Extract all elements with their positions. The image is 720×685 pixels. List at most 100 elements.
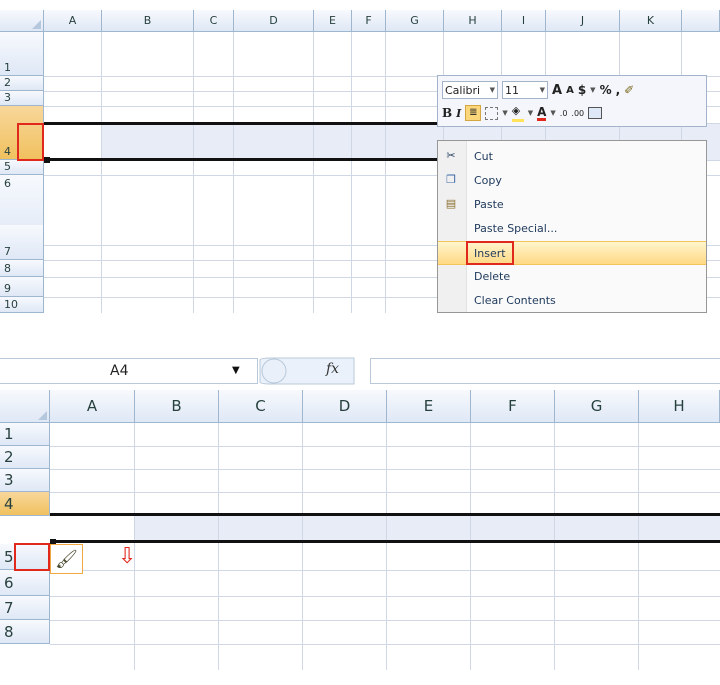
align-center-icon[interactable]: ≣ <box>465 105 482 121</box>
font-size-box[interactable]: 11 ▼ <box>502 81 548 99</box>
column-header-b[interactable]: B <box>102 10 194 32</box>
currency-icon[interactable]: $ <box>578 83 586 97</box>
row-4-highlight <box>17 123 44 161</box>
paste-icon: ▤ <box>445 197 457 210</box>
row-header-2[interactable]: 2 <box>0 76 44 91</box>
row-header-7[interactable]: 7 <box>0 225 44 260</box>
menu-item-cut[interactable]: ✂ Cut <box>438 145 706 167</box>
row-header-5[interactable]: 5 <box>0 160 44 175</box>
paintbrush-icon: 🖌 <box>55 548 78 570</box>
menu-item-delete[interactable]: Delete <box>438 265 706 287</box>
down-arrow-icon: ⇩ <box>118 544 137 569</box>
grow-font-icon[interactable]: A <box>552 83 562 98</box>
menu-label-copy: Copy <box>474 173 502 187</box>
column-header-a[interactable]: A <box>50 390 135 423</box>
chevron-down-icon[interactable]: ▼ <box>490 86 495 94</box>
name-box-value: A4 <box>110 363 129 379</box>
column-header-h[interactable]: H <box>639 390 720 423</box>
insert-highlight <box>466 241 514 265</box>
menu-label-paste-special: Paste Special... <box>474 221 558 235</box>
column-header-b[interactable]: B <box>135 390 219 423</box>
column-header-c[interactable]: C <box>194 10 234 32</box>
increase-decimal-icon[interactable]: .0 <box>560 109 568 118</box>
row-header-7[interactable]: 7 <box>0 596 50 620</box>
row-header-8[interactable]: 8 <box>0 260 44 277</box>
row-header-8[interactable]: 8 <box>0 620 50 644</box>
column-header-h[interactable]: H <box>444 10 502 32</box>
column-header-g[interactable]: G <box>386 10 444 32</box>
spreadsheet-panel-top: A B C D E F G H I J K 1 2 3 4 5 6 7 8 9 … <box>0 0 720 313</box>
row-header-1[interactable]: 1 <box>0 32 44 76</box>
row-header-2[interactable]: 2 <box>0 446 50 469</box>
chevron-down-icon[interactable]: ▼ <box>528 109 533 117</box>
merge-cells-icon[interactable] <box>588 107 603 119</box>
column-header-j[interactable]: J <box>546 10 620 32</box>
spreadsheet-panel-bottom: A4 ▼ fx A B C D E F G H 1 2 3 4 5 6 7 8 … <box>0 350 720 670</box>
selection-border-top <box>44 122 444 125</box>
font-name-box[interactable]: Calibri ▼ <box>442 81 498 99</box>
row-header-10[interactable]: 10 <box>0 297 44 313</box>
fill-color-icon[interactable]: ◈ <box>511 104 524 122</box>
borders-icon[interactable] <box>485 106 499 120</box>
chevron-down-icon[interactable]: ▼ <box>590 86 595 94</box>
copy-icon: ❐ <box>446 173 456 186</box>
name-box[interactable]: A4 ▼ <box>0 358 258 384</box>
mini-toolbar: Calibri ▼ 11 ▼ A A $ ▼ % , ✐ B I ≣ ▼ ◈ ▼… <box>437 75 707 127</box>
menu-label-delete: Delete <box>474 269 511 283</box>
formula-bar: A4 ▼ fx <box>0 350 720 391</box>
row-header-3[interactable]: 3 <box>0 469 50 492</box>
row-header-1[interactable]: 1 <box>0 423 50 446</box>
inserted-row-border-bottom <box>50 540 720 543</box>
italic-icon[interactable]: I <box>456 107 461 120</box>
percent-icon[interactable]: % <box>600 83 612 97</box>
formula-controls: fx <box>258 354 358 388</box>
fill-handle[interactable] <box>44 157 50 163</box>
select-all-corner[interactable] <box>0 10 44 32</box>
row-5-highlight <box>14 543 50 571</box>
context-menu: ✂ Cut ❐ Copy ▤ Paste Paste Special... In… <box>437 140 707 313</box>
column-header-e[interactable]: E <box>314 10 352 32</box>
column-header-a[interactable]: A <box>44 10 102 32</box>
column-header-i[interactable]: I <box>502 10 546 32</box>
row-header-9[interactable]: 9 <box>0 277 44 297</box>
select-all-corner[interactable] <box>0 390 50 423</box>
menu-item-paste[interactable]: ▤ Paste <box>438 193 706 215</box>
formula-controls-shape <box>259 357 355 385</box>
menu-label-clear-contents: Clear Contents <box>474 293 556 307</box>
comma-icon[interactable]: , <box>616 83 621 97</box>
fx-icon[interactable]: fx <box>326 361 339 377</box>
chevron-down-icon[interactable]: ▼ <box>232 365 240 376</box>
font-color-icon[interactable]: A <box>537 106 547 121</box>
shrink-font-icon[interactable]: A <box>566 85 574 96</box>
column-header-d[interactable]: D <box>303 390 387 423</box>
decrease-decimal-icon[interactable]: .00 <box>571 109 584 118</box>
scissors-icon: ✂ <box>446 149 456 162</box>
menu-label-cut: Cut <box>474 149 493 163</box>
bold-icon[interactable]: B <box>442 106 452 120</box>
column-header-k[interactable]: K <box>620 10 682 32</box>
menu-item-copy[interactable]: ❐ Copy <box>438 169 706 191</box>
menu-item-clear-contents[interactable]: Clear Contents <box>438 289 706 311</box>
column-header-c[interactable]: C <box>219 390 303 423</box>
column-header-e[interactable]: E <box>387 390 471 423</box>
column-header-d[interactable]: D <box>234 10 314 32</box>
column-header-f[interactable]: F <box>471 390 555 423</box>
inserted-row-border-top <box>50 513 720 516</box>
menu-item-paste-special[interactable]: Paste Special... <box>438 217 706 239</box>
row-header-4[interactable]: 4 <box>0 492 50 516</box>
insert-options-button[interactable]: 🖌 <box>50 544 83 574</box>
column-header-l[interactable] <box>682 10 720 32</box>
column-header-g[interactable]: G <box>555 390 639 423</box>
chevron-down-icon[interactable]: ▼ <box>502 109 507 117</box>
row-header-3[interactable]: 3 <box>0 91 44 106</box>
font-size-value: 11 <box>505 83 519 97</box>
formula-input[interactable] <box>370 358 720 384</box>
chevron-down-icon[interactable]: ▼ <box>540 86 545 94</box>
chevron-down-icon[interactable]: ▼ <box>550 109 555 117</box>
column-header-f[interactable]: F <box>352 10 386 32</box>
format-painter-icon[interactable]: ✐ <box>624 83 634 97</box>
cell-grid <box>50 423 720 670</box>
row-header-6[interactable]: 6 <box>0 570 50 596</box>
menu-label-paste: Paste <box>474 197 504 211</box>
selection-border-bottom <box>44 158 444 161</box>
